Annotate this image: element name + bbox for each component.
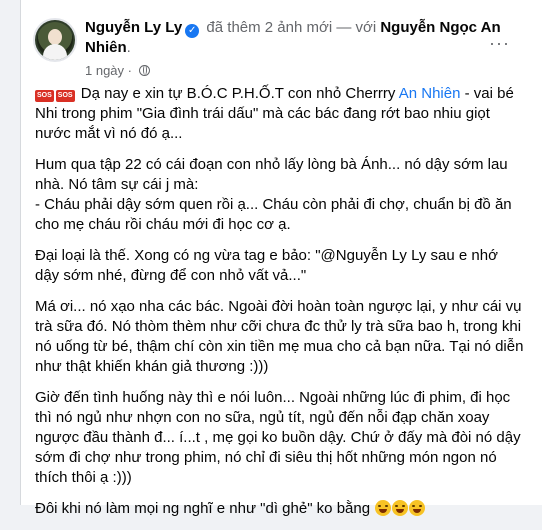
paragraph-1-text-a: Dạ nay e xin tự B.Ó.C P.H.Ố.T con nhỏ Ch… — [76, 85, 399, 102]
paragraph-4: Má ơi... nó xạo nha các bác. Ngoài đời h… — [35, 298, 524, 375]
grinning-squinting-emoji — [409, 500, 426, 516]
paragraph-5: Giờ đến tình huống này thì e nói luôn...… — [35, 389, 521, 486]
paragraph-2-line-2: - Cháu phải dậy sớm quen rồi ạ... Cháu c… — [35, 196, 512, 233]
grinning-squinting-emoji — [375, 500, 392, 516]
paragraph-3: Đại loại là thế. Xong có ng vừa tag e bả… — [35, 247, 498, 284]
sos-emoji: SOS — [35, 90, 54, 102]
post-title-line: Nguyễn Ly Ly ✓ đã thêm 2 ảnh mới — với Ng… — [85, 18, 505, 58]
author-name[interactable]: Nguyễn Ly Ly — [85, 19, 182, 36]
action-text: đã thêm 2 ảnh mới — với — [206, 19, 377, 36]
sos-emoji: SOS — [55, 90, 75, 102]
post-content: SOS SOS Dạ nay e xin tự B.Ó.C P.H.Ố.T con… — [35, 84, 525, 530]
post-header: Nguyễn Ly Ly ✓ đã thêm 2 ảnh mới — với Ng… — [35, 14, 532, 84]
meta-separator: · — [127, 63, 133, 78]
author-avatar[interactable] — [35, 20, 75, 60]
avatar-face — [48, 29, 62, 45]
paragraph-6-text: Đôi khi nó làm mọi ng nghĩ e như "dì ghẻ… — [35, 500, 375, 517]
post-time[interactable]: 1 ngày — [85, 63, 124, 78]
facebook-post-card: Nguyễn Ly Ly ✓ đã thêm 2 ảnh mới — với Ng… — [20, 0, 542, 517]
more-options-icon[interactable]: ··· — [489, 34, 510, 52]
post-meta: 1 ngày · — [85, 63, 150, 79]
mention-link[interactable]: An Nhiên — [399, 85, 461, 102]
globe-icon — [138, 65, 150, 76]
verified-badge-icon: ✓ — [185, 24, 200, 38]
paragraph-6: Đôi khi nó làm mọi ng nghĩ e như "dì ghẻ… — [35, 499, 525, 519]
paragraph-2-line-1: Hum qua tập 22 có cái đoạn con nhỏ lấy l… — [35, 156, 508, 193]
title-end: . — [126, 39, 131, 56]
grinning-squinting-emoji — [392, 500, 409, 516]
paragraph-1: SOS SOS Dạ nay e xin tự B.Ó.C P.H.Ố.T con… — [35, 84, 525, 144]
paragraph-2: Hum qua tập 22 có cái đoạn con nhỏ lấy l… — [35, 155, 525, 235]
